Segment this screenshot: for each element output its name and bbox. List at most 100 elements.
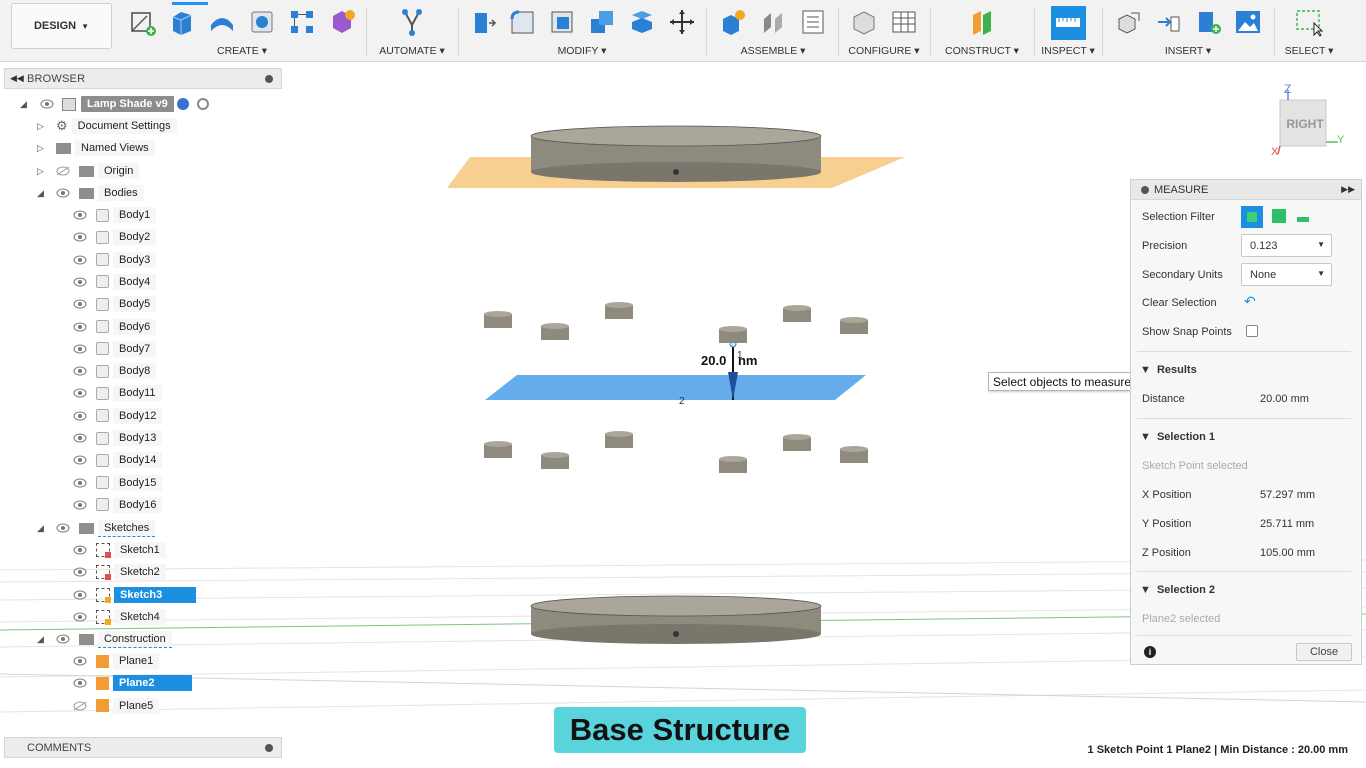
visibility-eye-icon[interactable] xyxy=(40,99,54,109)
viewcube-face-label[interactable]: RIGHT xyxy=(1282,117,1328,131)
origin-folder[interactable]: Origin xyxy=(98,163,140,179)
filter-edge-icon[interactable] xyxy=(1297,210,1309,222)
press-pull-icon[interactable] xyxy=(467,6,498,37)
body-label[interactable]: Body16 xyxy=(113,496,163,513)
sketch-row[interactable]: Sketch4 xyxy=(73,608,166,626)
extrude-icon[interactable] xyxy=(167,6,198,37)
filter-body-icon[interactable] xyxy=(1241,206,1263,228)
body-label[interactable]: Body15 xyxy=(113,474,163,491)
body-row[interactable]: Body5 xyxy=(73,295,157,313)
construct-menu[interactable]: CONSTRUCT xyxy=(945,45,1011,57)
workspace-switcher-button[interactable]: DESIGN ▼ xyxy=(11,3,112,49)
visibility-eye-icon[interactable] xyxy=(73,299,87,309)
automate-menu[interactable]: AUTOMATE xyxy=(379,45,436,57)
select-window-icon[interactable] xyxy=(1294,6,1325,37)
hidden-eye-icon[interactable] xyxy=(73,701,87,711)
named-views[interactable]: Named Views xyxy=(75,140,155,156)
visibility-eye-icon[interactable] xyxy=(73,255,87,265)
hidden-eye-icon[interactable] xyxy=(56,166,70,176)
offset-plane-icon[interactable] xyxy=(967,6,998,37)
construction-folder[interactable]: Construction xyxy=(98,630,172,648)
body-label[interactable]: Body5 xyxy=(113,296,157,313)
visibility-eye-icon[interactable] xyxy=(73,232,87,242)
undo-arrow-icon[interactable]: ↶ xyxy=(1244,293,1256,310)
visibility-eye-icon[interactable] xyxy=(73,433,87,443)
visibility-eye-icon[interactable] xyxy=(56,523,70,533)
sketch-label[interactable]: Sketch4 xyxy=(114,608,166,625)
insert-mcmaster-icon[interactable] xyxy=(1153,6,1184,37)
body-label[interactable]: Body3 xyxy=(113,251,157,268)
visibility-eye-icon[interactable] xyxy=(73,545,87,555)
visibility-eye-icon[interactable] xyxy=(73,478,87,488)
align-icon[interactable] xyxy=(627,6,658,37)
visibility-eye-icon[interactable] xyxy=(73,678,87,688)
body-row[interactable]: Body6 xyxy=(73,318,157,336)
body-label[interactable]: Body4 xyxy=(113,273,157,290)
visibility-eye-icon[interactable] xyxy=(73,656,87,666)
sketches-folder[interactable]: Sketches xyxy=(98,519,156,537)
plane-row[interactable]: Plane5 xyxy=(73,697,160,715)
expand-triangle-icon[interactable]: ◢ xyxy=(20,99,27,110)
visibility-eye-icon[interactable] xyxy=(73,612,87,622)
expand-triangle-icon[interactable]: ◢ xyxy=(37,523,44,534)
modify-menu[interactable]: MODIFY xyxy=(558,45,599,57)
insert-mesh-icon[interactable] xyxy=(1193,6,1224,37)
joint-icon[interactable] xyxy=(758,6,789,37)
expand-triangle-icon[interactable]: ▷ xyxy=(37,143,44,154)
visibility-eye-icon[interactable] xyxy=(73,366,87,376)
configure-table-icon[interactable] xyxy=(889,6,920,37)
body-label[interactable]: Body1 xyxy=(113,207,157,223)
precision-select[interactable]: 0.123 ▼ xyxy=(1241,234,1332,257)
body-label[interactable]: Body14 xyxy=(113,452,163,469)
visibility-eye-icon[interactable] xyxy=(73,388,87,398)
move-icon[interactable] xyxy=(667,6,698,37)
body-label[interactable]: Body11 xyxy=(113,385,162,402)
body-label[interactable]: Body7 xyxy=(113,340,157,357)
configure-body-icon[interactable] xyxy=(849,6,880,37)
revolve-icon[interactable] xyxy=(207,6,238,37)
secondary-units-select[interactable]: None ▼ xyxy=(1241,263,1332,286)
body-row[interactable]: Body2 xyxy=(73,228,157,246)
sketch-row[interactable]: Sketch3 xyxy=(73,586,197,604)
bodies-folder[interactable]: Bodies xyxy=(98,185,144,201)
info-icon[interactable]: i xyxy=(1144,646,1156,658)
configure-menu[interactable]: CONFIGURE xyxy=(848,45,911,57)
automate-icon[interactable] xyxy=(397,6,428,37)
selection2-section[interactable]: ▼ Selection 2 xyxy=(1140,584,1215,596)
visibility-eye-icon[interactable] xyxy=(73,590,87,600)
plane-label[interactable]: Plane2 xyxy=(113,675,193,692)
inspect-menu[interactable]: INSPECT xyxy=(1041,45,1086,57)
insert-menu[interactable]: INSERT xyxy=(1165,45,1203,57)
insert-derive-icon[interactable] xyxy=(1113,6,1144,37)
sketch-label[interactable]: Sketch3 xyxy=(114,586,197,603)
activate-radio-icon[interactable] xyxy=(196,98,209,110)
visibility-eye-icon[interactable] xyxy=(73,322,87,332)
root-document[interactable]: Lamp Shade v9 xyxy=(81,96,174,112)
expand-dialog-icon[interactable]: ▶▶ xyxy=(1341,184,1355,195)
create-menu[interactable]: CREATE xyxy=(217,45,259,57)
visibility-eye-icon[interactable] xyxy=(73,500,87,510)
body-row[interactable]: Body3 xyxy=(73,251,157,269)
close-button[interactable]: Close xyxy=(1296,643,1352,661)
body-row[interactable]: Body8 xyxy=(73,362,157,380)
sketch-label[interactable]: Sketch2 xyxy=(114,564,166,581)
plane-label[interactable]: Plane5 xyxy=(113,697,160,714)
sketch-row[interactable]: Sketch2 xyxy=(73,563,166,581)
body-row[interactable]: Body14 xyxy=(73,451,163,469)
selection1-section[interactable]: ▼ Selection 1 xyxy=(1140,431,1215,443)
panel-pin-icon[interactable] xyxy=(265,74,273,83)
visibility-eye-icon[interactable] xyxy=(56,188,70,198)
body-row[interactable]: Body7 xyxy=(73,340,157,358)
body-row[interactable]: Body16 xyxy=(73,496,163,514)
body-row[interactable]: Body1 xyxy=(73,206,157,224)
new-component-icon[interactable] xyxy=(718,6,749,37)
document-settings[interactable]: Document Settings xyxy=(71,118,177,134)
sketch-row[interactable]: Sketch1 xyxy=(73,541,166,559)
visibility-eye-icon[interactable] xyxy=(73,344,87,354)
fillet-icon[interactable] xyxy=(507,6,538,37)
visibility-eye-icon[interactable] xyxy=(56,634,70,644)
measure-icon[interactable] xyxy=(1050,6,1086,40)
expand-triangle-icon[interactable]: ◢ xyxy=(37,634,44,645)
collapse-panel-icon[interactable]: ◀◀ xyxy=(10,73,24,84)
show-snap-points-checkbox[interactable] xyxy=(1246,325,1258,337)
